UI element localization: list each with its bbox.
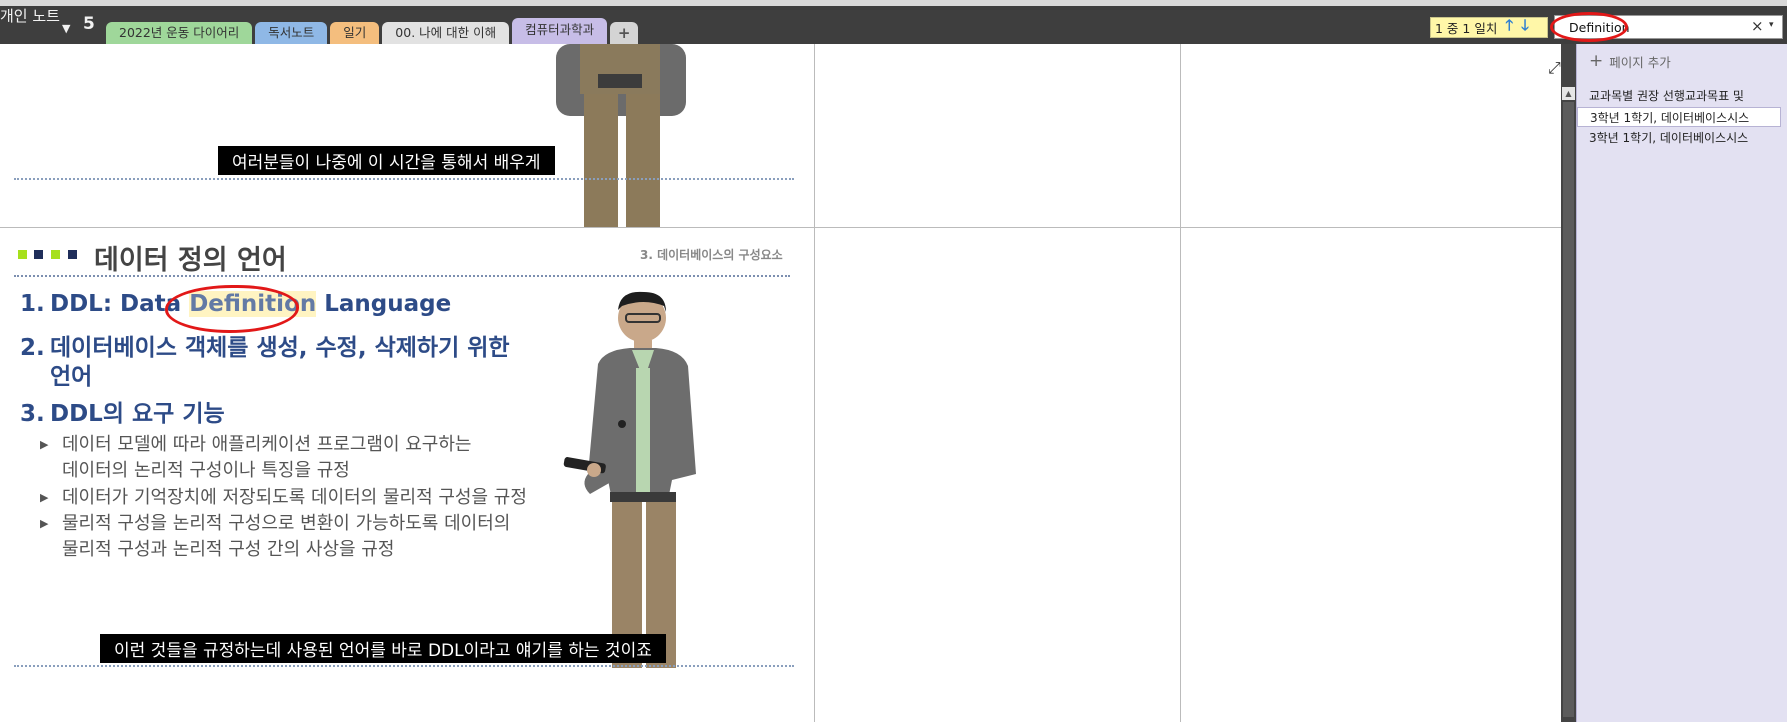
divider	[1180, 44, 1181, 722]
slide-item-3: 3. DDL의 요구 기능	[20, 401, 225, 427]
top-bar: 개인 노트 ▼ 5 2022년 운동 다이어리 독서노트 일기 00. 나에 대…	[0, 0, 1787, 44]
annotation-circle	[1550, 12, 1628, 42]
bullet-triangle-icon: ▶	[40, 517, 49, 530]
slide-image-2[interactable]: 데이터 정의 언어 3. 데이터베이스의 구성요소 1. DDL: Data De…	[0, 228, 814, 722]
tab-reading-notes[interactable]: 독서노트	[255, 22, 328, 44]
bullet-triangle-icon: ▶	[40, 438, 49, 451]
title-bullet-square	[18, 250, 27, 259]
add-page-label: 페이지 추가	[1609, 54, 1671, 70]
clear-search-icon[interactable]: ×	[1751, 17, 1764, 35]
slide-image-1[interactable]: 여러분들이 나중에 이 시간을 통해서 배우게	[0, 44, 814, 227]
annotation-circle	[165, 285, 299, 333]
tab-about-me[interactable]: 00. 나에 대한 이해	[382, 22, 510, 44]
slide-bullet-3: ▶ 물리적 구성을 논리적 구성으로 변환이 가능하도록 데이터의 물리적 구성…	[40, 513, 511, 560]
tab-exercise-diary[interactable]: 2022년 운동 다이어리	[106, 22, 253, 44]
plus-icon: +	[1589, 51, 1604, 71]
slide-item-2: 2. 데이터베이스 객체를 생성, 수정, 삭제하기 위한 언어	[20, 335, 510, 390]
notebook-number[interactable]: 5	[83, 14, 95, 34]
vertical-scrollbar[interactable]: ▲	[1561, 44, 1576, 722]
title-bullet-square	[51, 250, 60, 259]
scrollbar-thumb[interactable]	[1563, 102, 1574, 717]
presenter-figure	[563, 291, 696, 668]
add-section-button[interactable]: +	[610, 22, 639, 44]
tab-computer-science[interactable]: 컴퓨터과학과	[512, 18, 608, 44]
add-page-button[interactable]: + 페이지 추가	[1589, 50, 1671, 72]
tab-diary[interactable]: 일기	[330, 22, 380, 44]
next-match-icon[interactable]: 🡓	[1521, 15, 1529, 40]
divider	[814, 44, 815, 722]
slide-bullet-1: ▶ 데이터 모델에 따라 애플리케이션 프로그램이 요구하는 데이터의 논리적 …	[40, 434, 472, 481]
slide-divider-line	[14, 275, 790, 277]
page-list-item-selected[interactable]: 3학년 1학기, 데이터베이스시스	[1577, 107, 1781, 127]
search-scope-dropdown-icon[interactable]: ▾	[1769, 20, 1774, 30]
title-strip	[0, 0, 1787, 6]
notebook-title[interactable]: 개인 노트	[0, 6, 60, 26]
match-count: 1 중 1 일치	[1435, 21, 1498, 36]
page-list-item[interactable]: 3학년 1학기, 데이터베이스시스	[1577, 128, 1781, 148]
slide-divider-line	[14, 665, 794, 667]
notebook-dropdown-icon[interactable]: ▼	[62, 22, 70, 35]
slide-section-label: 3. 데이터베이스의 구성요소	[640, 248, 783, 262]
slide-bullet-2: ▶ 데이터가 기억장치에 저장되도록 데이터의 물리적 구성을 규정	[40, 485, 527, 511]
search-match-bar: 1 중 1 일치 🡑 🡓	[1430, 15, 1548, 40]
section-tabs: 2022년 운동 다이어리 독서노트 일기 00. 나에 대한 이해 컴퓨터과학…	[106, 18, 639, 44]
bullet-triangle-icon: ▶	[40, 491, 49, 504]
video-subtitle: 이런 것들을 규정하는데 사용된 언어를 바로 DDL이라고 얘기를 하는 것이…	[100, 634, 666, 663]
slide-title: 데이터 정의 언어	[94, 245, 287, 276]
page-canvas[interactable]: 여러분들이 나중에 이 시간을 통해서 배우게 데이터 정의 언어 3. 데이터…	[0, 44, 1561, 722]
page-list-item[interactable]: 교과목별 권장 선행교과목표 및	[1577, 86, 1781, 106]
presenter-figure	[556, 44, 686, 227]
page-list-panel: + 페이지 추가 교과목별 권장 선행교과목표 및 3학년 1학기, 데이터베이…	[1576, 44, 1787, 722]
scroll-up-icon[interactable]: ▲	[1562, 87, 1575, 100]
title-bullet-square	[68, 250, 77, 259]
video-subtitle: 여러분들이 나중에 이 시간을 통해서 배우게	[218, 146, 555, 175]
slide-divider-line	[14, 178, 794, 180]
expand-icon[interactable]: ⤢	[1548, 58, 1561, 78]
title-bullet-square	[34, 250, 43, 259]
previous-match-icon[interactable]: 🡑	[1505, 15, 1513, 40]
